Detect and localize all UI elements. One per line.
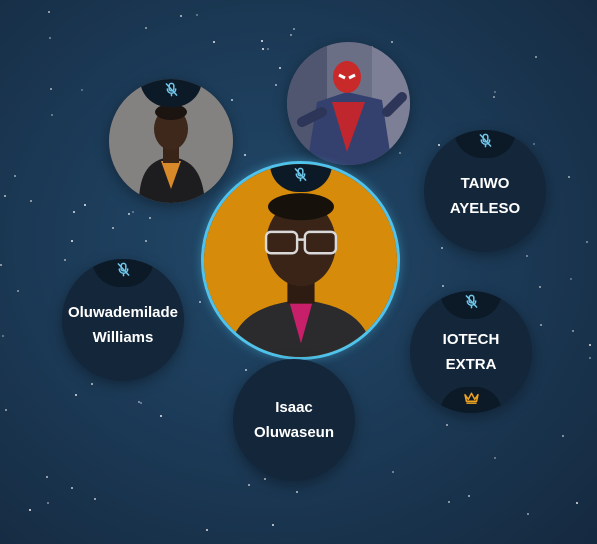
mic-off-icon [116,262,131,282]
star-dot [140,402,142,404]
star-dot [91,383,93,385]
mute-indicator [440,291,502,319]
star-dot [589,357,591,359]
star-dot [248,484,250,486]
star-dot [2,335,4,337]
star-dot [30,200,32,202]
mic-off-icon [478,133,493,153]
star-dot [267,48,269,50]
star-dot [14,175,16,177]
star-dot [94,498,96,500]
star-dot [199,301,201,303]
star-dot [576,502,578,504]
participant-avatar[interactable]: Isaac Oluwaseun [233,359,355,481]
star-dot [244,154,246,156]
star-dot [206,529,208,531]
star-dot [112,227,114,229]
participant-avatar[interactable] [287,42,410,165]
star-dot [293,28,295,30]
star-dot [245,369,247,371]
star-dot [493,96,495,98]
star-dot [128,213,130,215]
star-dot [264,478,266,480]
participant-name: TAIWO AYELESO [449,175,521,217]
participant-avatar[interactable]: Oluwademilade Williams [62,259,184,381]
star-dot [262,48,264,50]
crown-icon [463,391,480,409]
star-dot [290,34,292,36]
star-dot [441,247,443,249]
star-dot [145,240,147,242]
star-dot [84,204,86,206]
star-dot [160,415,162,417]
star-dot [572,330,574,332]
participant-avatar[interactable]: TAIWO AYELESO [424,130,546,252]
star-dot [589,344,591,346]
mute-indicator [454,130,516,158]
star-dot [272,524,274,526]
star-dot [261,40,263,42]
participant-photo [287,42,410,165]
star-dot [17,290,19,292]
participant-photo [204,164,397,357]
star-dot [75,394,77,396]
star-dot [138,401,140,403]
star-dot [64,259,66,261]
active-speaker-avatar[interactable] [201,161,400,360]
star-dot [540,324,542,326]
star-dot [438,144,440,146]
mute-indicator [92,259,154,287]
star-dot [296,491,298,493]
star-dot [275,84,277,86]
star-dot [81,89,83,91]
star-dot [180,15,182,17]
star-dot [51,114,53,116]
star-dot [0,264,2,266]
star-dot [392,471,394,473]
star-dot [442,285,444,287]
star-dot [526,255,528,257]
star-dot [539,286,541,288]
star-dot [279,67,281,69]
star-dot [149,217,151,219]
star-dot [29,509,31,511]
star-dot [145,27,147,29]
mic-off-icon [164,82,179,102]
star-dot [47,502,49,504]
star-dot [213,41,215,43]
star-dot [50,88,52,90]
host-indicator [440,387,502,413]
star-dot [468,495,470,497]
participant-avatar[interactable]: IOTECH EXTRA [410,291,532,413]
participant-name: Isaac Oluwaseun [253,399,335,441]
star-dot [49,37,51,39]
star-dot [448,501,450,503]
participant-name: Oluwademilade Williams [67,304,179,346]
mic-off-icon [464,294,479,314]
star-dot [494,91,496,93]
star-dot [535,56,537,58]
star-dot [48,11,50,13]
star-dot [562,435,564,437]
star-dot [570,278,572,280]
star-dot [132,211,134,213]
star-dot [5,409,7,411]
star-dot [46,476,48,478]
participant-name: IOTECH EXTRA [442,331,500,373]
star-dot [527,513,529,515]
star-dot [446,424,448,426]
star-dot [4,195,6,197]
star-dot [73,211,75,213]
star-dot [568,176,570,178]
star-dot [533,143,535,145]
mic-off-icon [293,167,308,187]
star-dot [71,240,73,242]
star-dot [494,457,496,459]
star-dot [71,487,73,489]
star-dot [196,14,198,16]
star-dot [586,241,588,243]
